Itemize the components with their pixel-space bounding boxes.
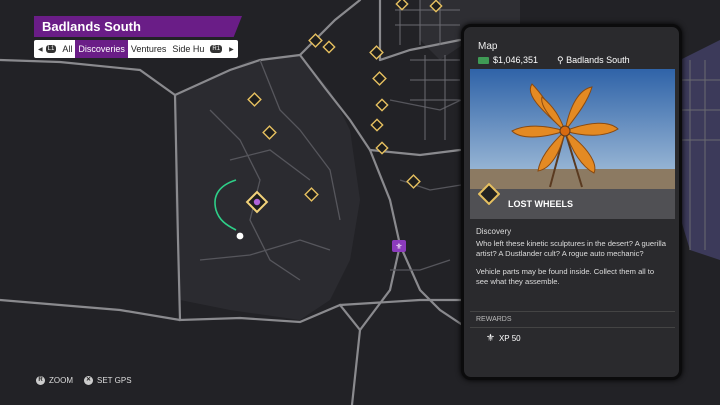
fleur-de-lis-icon: ⚜ xyxy=(486,333,495,344)
pin-icon: ⚲ xyxy=(557,55,564,65)
tab-left-button[interactable]: L1 xyxy=(45,45,57,53)
activity-category: Discovery xyxy=(476,227,512,236)
panel-title: Map xyxy=(478,41,498,52)
description-paragraph-2: Vehicle parts may be found inside. Colle… xyxy=(476,267,655,286)
discovery-marker-icon xyxy=(478,183,500,205)
svg-text:⚜: ⚜ xyxy=(395,242,402,251)
activity-description: Who left these kinetic sculptures in the… xyxy=(476,239,668,287)
location-value: Badlands South xyxy=(566,55,630,65)
region-title: Badlands South xyxy=(34,16,242,37)
location-display: ⚲ Badlands South xyxy=(557,55,630,66)
description-paragraph-1: Who left these kinetic sculptures in the… xyxy=(476,239,666,258)
divider xyxy=(470,327,675,328)
reward-item: ⚜ XP 50 xyxy=(486,333,521,344)
reward-value: XP 50 xyxy=(498,334,521,343)
activity-banner: LOST WHEELS xyxy=(470,183,675,219)
rewards-label: REWARDS xyxy=(476,316,512,323)
tab-left-arrow-icon: ◀ xyxy=(38,46,43,53)
tab-side-hustles[interactable]: Side Hu xyxy=(169,40,207,58)
zoom-hint[interactable]: R ZOOM xyxy=(36,376,73,385)
tab-all[interactable]: All xyxy=(59,40,75,58)
activity-info-panel: Map $1,046,351 ⚲ Badlands South LOST WHE… xyxy=(461,24,682,380)
activity-photo xyxy=(470,69,675,189)
activity-name: LOST WHEELS xyxy=(508,199,573,209)
zoom-hint-label: ZOOM xyxy=(49,376,73,385)
tab-right-button[interactable]: R1 xyxy=(210,45,223,53)
money-value: $1,046,351 xyxy=(493,55,539,65)
category-tabs: ◀ L1 All Discoveries Ventures Side Hu R1… xyxy=(34,40,238,58)
cash-icon xyxy=(478,56,489,64)
divider xyxy=(470,311,675,312)
r-stick-icon: R xyxy=(36,376,45,385)
cross-button-icon: ✕ xyxy=(84,376,93,385)
tab-right-arrow-icon: ▶ xyxy=(229,46,234,53)
tab-discoveries[interactable]: Discoveries xyxy=(75,40,128,58)
set-gps-hint[interactable]: ✕ SET GPS xyxy=(84,376,132,385)
money-display: $1,046,351 xyxy=(478,55,538,65)
set-gps-hint-label: SET GPS xyxy=(97,376,132,385)
tab-ventures[interactable]: Ventures xyxy=(128,40,170,58)
